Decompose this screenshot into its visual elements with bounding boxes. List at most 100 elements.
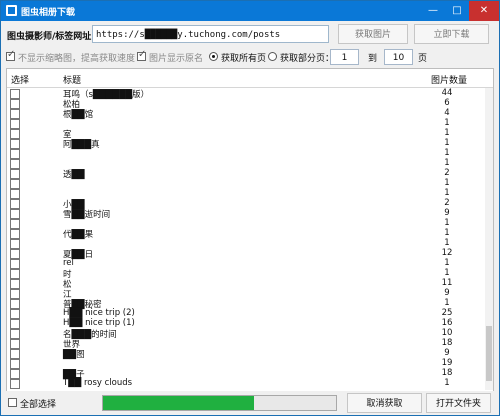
table-row[interactable]: 江9 xyxy=(7,288,485,300)
row-title: H██ nice trip (1) xyxy=(63,318,135,328)
app-icon xyxy=(6,5,17,16)
list-header: 选择 标题 图片数量 xyxy=(7,69,493,88)
table-row[interactable]: 1 xyxy=(7,158,485,169)
row-count: 1 xyxy=(444,128,450,138)
row-checkbox[interactable] xyxy=(10,379,20,389)
download-now-button[interactable]: 立即下载 xyxy=(414,24,489,44)
row-count: 1 xyxy=(444,378,450,388)
select-all-checkbox[interactable] xyxy=(8,398,17,407)
close-button[interactable]: ✕ xyxy=(469,1,499,21)
list-rows: 耳鸣（s██████版） 44 松柏 6 根██馆 4 1 室 1 阿███真 1 1 1 透██ 2 1 1 小… xyxy=(7,88,485,389)
table-row[interactable]: 1 xyxy=(7,118,485,129)
row-title: rel xyxy=(63,258,74,268)
table-row[interactable]: 世界 18 xyxy=(7,338,485,350)
row-count: 1 xyxy=(444,238,450,248)
row-count: 1 xyxy=(444,228,450,238)
row-count: 6 xyxy=(444,98,450,108)
table-row[interactable]: T██ rosy clouds 1 xyxy=(7,378,485,389)
table-row[interactable]: 夏██日 12 xyxy=(7,248,485,260)
row-count: 12 xyxy=(441,248,453,258)
page-to-input[interactable]: 10 xyxy=(384,49,413,65)
cancel-fetch-button[interactable]: 取消获取 xyxy=(347,393,422,413)
vertical-scrollbar[interactable] xyxy=(485,88,493,390)
table-row[interactable]: 松 11 xyxy=(7,278,485,290)
table-row[interactable]: 1 xyxy=(7,238,485,249)
table-row[interactable]: 1 xyxy=(7,218,485,229)
table-row[interactable]: 19 xyxy=(7,358,485,369)
table-row[interactable]: 透██ 2 xyxy=(7,168,485,180)
row-count: 10 xyxy=(441,328,453,338)
table-row[interactable]: 时1 xyxy=(7,268,485,280)
row-title: H██ nice trip (2) xyxy=(63,308,135,318)
row-count: 1 xyxy=(444,148,450,158)
table-row[interactable]: 松柏 6 xyxy=(7,98,485,110)
table-row[interactable]: 1 xyxy=(7,148,485,159)
table-row[interactable]: 1 xyxy=(7,188,485,199)
table-row[interactable]: 代██果 1 xyxy=(7,228,485,240)
fetch-images-button[interactable]: 获取图片 xyxy=(338,24,408,44)
table-row[interactable]: 名███的时间 10 xyxy=(7,328,485,340)
row-count: 9 xyxy=(444,348,450,358)
row-count: 2 xyxy=(444,198,450,208)
table-row[interactable]: 小██ 2 xyxy=(7,198,485,210)
bottom-bar: 全部选择 取消获取 打开文件夹 xyxy=(1,391,499,415)
scrollbar-thumb[interactable] xyxy=(486,326,492,381)
table-row[interactable]: 1 xyxy=(7,178,485,189)
maximize-button[interactable]: □ xyxy=(445,1,469,21)
row-count: 16 xyxy=(441,318,453,328)
row-count: 9 xyxy=(444,288,450,298)
row-count: 18 xyxy=(441,368,453,378)
row-count: 4 xyxy=(444,108,450,118)
header-count[interactable]: 图片数量 xyxy=(431,73,467,86)
row-count: 9 xyxy=(444,208,450,218)
url-label: 图虫摄影师/标签网址： xyxy=(7,32,101,42)
table-row[interactable]: 普██秘密 1 xyxy=(7,298,485,310)
table-row[interactable]: 雪██逝时间 9 xyxy=(7,208,485,220)
row-count: 1 xyxy=(444,218,450,228)
table-row[interactable]: rel 1 xyxy=(7,258,485,269)
some-pages-label: 获取部分页： xyxy=(280,54,335,64)
app-window: 图虫相册下载 — □ ✕ 图虫摄影师/标签网址： https://s██████… xyxy=(0,0,500,416)
table-row[interactable]: 室1 xyxy=(7,128,485,140)
table-row[interactable]: 阿███真 1 xyxy=(7,138,485,150)
row-count: 25 xyxy=(441,308,453,318)
no-thumbnails-checkbox[interactable] xyxy=(6,49,15,61)
row-count: 1 xyxy=(444,118,450,128)
url-input[interactable]: https://s██████y.tuchong.com/posts xyxy=(92,25,329,43)
all-pages-radio[interactable] xyxy=(209,52,218,61)
show-original-name-label: 图片显示原名 xyxy=(149,54,204,64)
no-thumbnails-label: 不显示缩略图，提高获取速度 xyxy=(18,54,136,64)
row-count: 1 xyxy=(444,178,450,188)
window-title: 图虫相册下载 xyxy=(21,8,76,18)
page-unit-label: 页 xyxy=(418,54,428,64)
page-from-input[interactable]: 1 xyxy=(330,49,359,65)
table-row[interactable]: H██ nice trip (1) 16 xyxy=(7,318,485,329)
select-all-label: 全部选择 xyxy=(20,400,57,410)
table-row[interactable]: H██ nice trip (2) 25 xyxy=(7,308,485,319)
some-pages-radio[interactable] xyxy=(268,52,277,61)
row-count: 2 xyxy=(444,168,450,178)
row-count: 1 xyxy=(444,258,450,268)
album-list: 选择 标题 图片数量 耳鸣（s██████版） 44 松柏 6 根██馆 4 1 室 1 阿███… xyxy=(6,68,494,393)
table-row[interactable]: 根██馆 4 xyxy=(7,108,485,120)
table-row[interactable]: ██子 18 xyxy=(7,368,485,380)
minimize-button[interactable]: — xyxy=(421,1,445,21)
show-original-name-checkbox[interactable] xyxy=(137,49,146,61)
row-count: 1 xyxy=(444,138,450,148)
row-count: 1 xyxy=(444,158,450,168)
open-folder-button[interactable]: 打开文件夹 xyxy=(426,393,491,413)
page-to-label: 到 xyxy=(368,54,378,64)
header-select[interactable]: 选择 xyxy=(11,73,29,86)
row-count: 1 xyxy=(444,298,450,308)
table-row[interactable]: ██图 9 xyxy=(7,348,485,360)
header-title[interactable]: 标题 xyxy=(63,73,81,86)
table-row[interactable]: 耳鸣（s██████版） 44 xyxy=(7,88,485,100)
row-count: 19 xyxy=(441,358,453,368)
toolbar: 图虫摄影师/标签网址： https://s██████y.tuchong.com… xyxy=(1,21,499,69)
row-count: 44 xyxy=(441,88,453,98)
progress-fill xyxy=(103,396,255,410)
row-count: 18 xyxy=(441,338,453,348)
row-count: 1 xyxy=(444,268,450,278)
row-title: T██ rosy clouds xyxy=(63,378,133,388)
title-bar: 图虫相册下载 — □ ✕ xyxy=(1,1,499,21)
